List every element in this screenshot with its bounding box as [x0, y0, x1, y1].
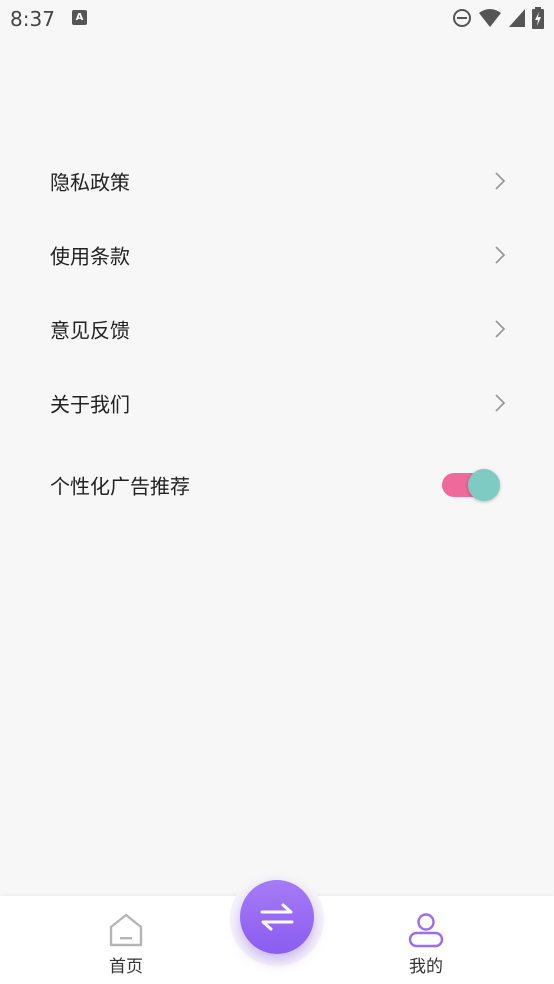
menu-item-label: 关于我们 [50, 392, 130, 417]
battery-charging-icon [532, 7, 544, 29]
tab-mine[interactable]: 我的 [346, 896, 506, 984]
chevron-right-icon [495, 246, 506, 264]
chevron-right-icon [495, 320, 506, 338]
menu-item-about-us[interactable]: 关于我们 [0, 366, 554, 440]
menu-item-personalized-ads: 个性化广告推荐 [0, 440, 554, 530]
menu-item-feedback[interactable]: 意见反馈 [0, 292, 554, 366]
menu-item-label: 意见反馈 [50, 318, 130, 343]
tab-mine-label: 我的 [409, 957, 443, 977]
chevron-right-icon [495, 394, 506, 412]
menu-item-label: 使用条款 [50, 244, 130, 269]
chevron-right-icon [495, 172, 506, 190]
a-icon: A [72, 10, 87, 25]
center-swap-button[interactable] [240, 880, 314, 954]
menu-item-privacy-policy[interactable]: 隐私政策 [0, 144, 554, 218]
home-icon [109, 913, 143, 947]
tab-home-label: 首页 [109, 957, 143, 977]
menu-item-label: 隐私政策 [50, 170, 130, 195]
status-bar: 8:37 A [0, 0, 554, 38]
personalized-ads-label: 个性化广告推荐 [50, 474, 190, 499]
signal-icon [509, 9, 525, 27]
settings-menu: 隐私政策 使用条款 意见反馈 关于我们 个性化广告推荐 [0, 144, 554, 530]
wifi-icon [479, 9, 501, 27]
status-icons [452, 7, 544, 29]
do-not-disturb-icon [453, 9, 471, 27]
status-time: 8:37 [10, 7, 55, 31]
toggle-knob [468, 469, 500, 501]
user-icon [408, 913, 444, 948]
personalized-ads-toggle[interactable] [442, 469, 500, 501]
swap-arrows-icon [260, 903, 294, 931]
menu-item-terms-of-use[interactable]: 使用条款 [0, 218, 554, 292]
tab-home[interactable]: 首页 [46, 896, 206, 984]
